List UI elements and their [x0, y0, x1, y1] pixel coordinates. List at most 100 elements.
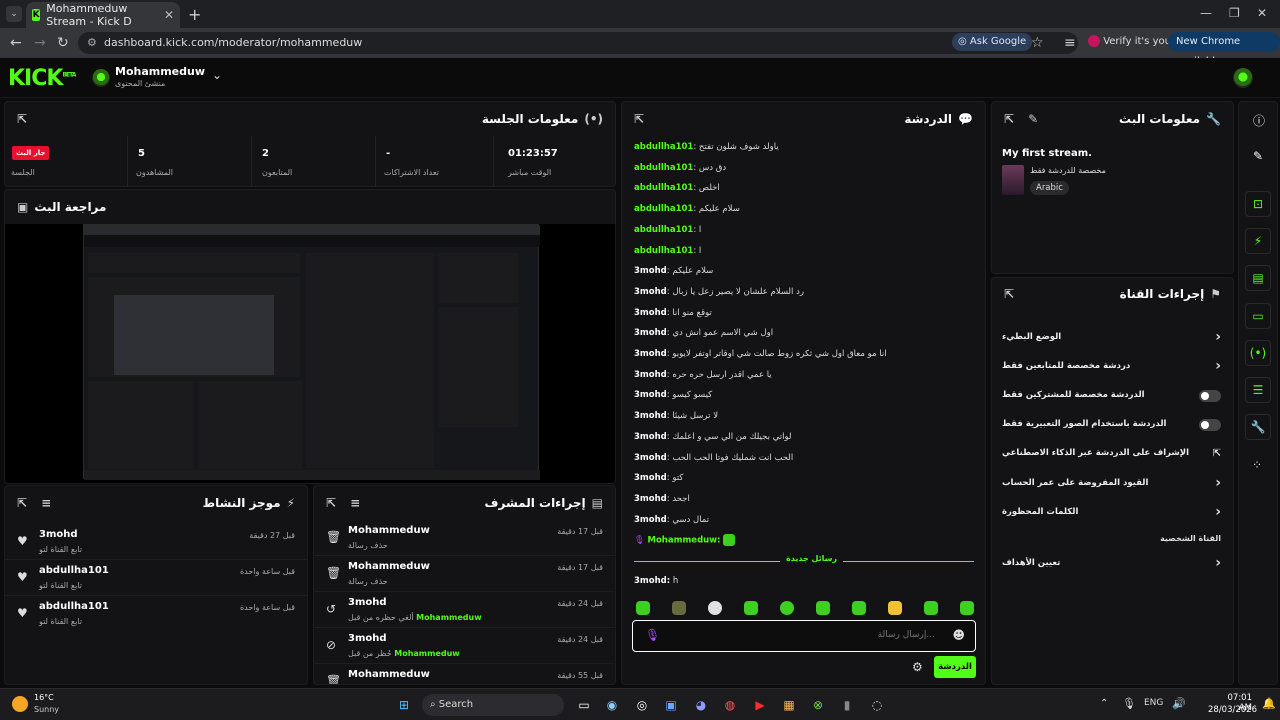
youtube-icon[interactable]: ▶: [751, 696, 769, 714]
assign-goals-row[interactable]: تعيين الأهداف ›: [992, 549, 1233, 578]
bookmark-star-icon[interactable]: ☆: [1031, 35, 1044, 51]
task-view-icon[interactable]: ▭: [575, 696, 593, 714]
discord-icon[interactable]: ◕: [692, 696, 710, 714]
filter-icon[interactable]: ≡: [350, 496, 360, 510]
emote-icon[interactable]: [780, 601, 794, 615]
emote-icon[interactable]: [672, 601, 686, 615]
clip-tool-icon[interactable]: ⊡: [1245, 191, 1271, 217]
network-sound-icon[interactable]: 🔊: [1172, 697, 1186, 710]
broadcast-icon[interactable]: (•): [1245, 340, 1271, 366]
chrome-icon[interactable]: ◍: [721, 696, 739, 714]
chat-username[interactable]: abdullha101: [634, 246, 693, 256]
close-tab-icon[interactable]: ✕: [164, 8, 174, 22]
steam-icon[interactable]: ◉: [603, 696, 621, 714]
chat-username[interactable]: abdullha101: [634, 225, 693, 235]
info-icon[interactable]: ⓘ: [1253, 112, 1265, 129]
add-widget-icon[interactable]: ⁘: [1252, 458, 1262, 472]
emoji-picker-icon[interactable]: ☻: [952, 628, 965, 642]
maximize-icon[interactable]: ❐: [1229, 6, 1240, 20]
taskbar-search[interactable]: ⌕ Search: [422, 694, 564, 716]
emote-icon[interactable]: [636, 601, 650, 615]
emote-icon[interactable]: [924, 601, 938, 615]
back-icon[interactable]: ←: [10, 35, 22, 51]
ask-google-button[interactable]: ◎ Ask Google: [952, 33, 1033, 51]
tab-groups-icon[interactable]: ≡: [1064, 35, 1076, 51]
chat-username[interactable]: Mohammeduw:: [648, 536, 721, 546]
layout-icon[interactable]: ☰: [1245, 377, 1271, 403]
mic-tray-icon[interactable]: 🎙: [1122, 697, 1136, 710]
mic-icon[interactable]: 🎙: [645, 628, 660, 642]
chat-username[interactable]: 3mohd: [634, 411, 667, 421]
chat-username[interactable]: abdullha101: [634, 163, 693, 173]
chat-username[interactable]: 3mohd: [634, 308, 667, 318]
notes-icon[interactable]: ▤: [1245, 265, 1271, 291]
chat-username[interactable]: 3mohd: [634, 432, 667, 442]
chat-username[interactable]: 3mohd:: [634, 576, 670, 586]
forward-icon[interactable]: →: [34, 35, 46, 51]
wrench-tool-icon[interactable]: 🔧: [1245, 414, 1271, 440]
send-chat-button[interactable]: الدردشة: [934, 656, 976, 678]
popout-icon[interactable]: ⇱: [634, 112, 644, 126]
account-age-row[interactable]: القيود المفروضة على عمر الحساب ›: [992, 469, 1233, 498]
obs-icon[interactable]: ◎: [633, 696, 651, 714]
chat-username[interactable]: 3mohd: [634, 494, 667, 504]
expand-icon[interactable]: ⇱: [17, 112, 27, 126]
chat-username[interactable]: 3mohd: [634, 287, 667, 297]
expand-icon[interactable]: ⇱: [1004, 112, 1014, 126]
chat-username[interactable]: 3mohd: [634, 390, 667, 400]
video-player[interactable]: [5, 224, 615, 483]
channel-switch-chevron-icon[interactable]: ⌄: [212, 68, 222, 82]
close-window-icon[interactable]: ✕: [1257, 6, 1267, 20]
game-icon[interactable]: ▦: [780, 696, 798, 714]
minimize-icon[interactable]: —: [1200, 6, 1212, 20]
url-input[interactable]: ⚙ dashboard.kick.com/moderator/mohammedu…: [78, 32, 1078, 54]
ai-moderation-row[interactable]: الإشراف على الدردشة عبر الذكاء الاصطناعي…: [992, 439, 1233, 468]
notification-bell-icon[interactable]: 🔔: [1262, 697, 1276, 710]
chat-username[interactable]: 3mohd: [634, 328, 667, 338]
language-indicator[interactable]: ENG: [1144, 698, 1163, 708]
chat-username[interactable]: 3mohd: [634, 515, 667, 525]
emote-icon[interactable]: [816, 601, 830, 615]
xbox-icon[interactable]: ⊗: [809, 696, 827, 714]
banned-words-row[interactable]: الكلمات المحظورة ›: [992, 498, 1233, 527]
site-info-icon[interactable]: ⚙: [87, 32, 97, 54]
slow-mode-row[interactable]: الوضع البطيء ›: [992, 323, 1233, 352]
emotes-only-toggle[interactable]: [1199, 419, 1221, 431]
chat-username[interactable]: abdullha101: [634, 204, 693, 214]
emote-icon[interactable]: [960, 601, 974, 615]
filter-icon[interactable]: ≡: [41, 496, 51, 510]
emote-icon[interactable]: [852, 601, 866, 615]
kick-logo[interactable]: KICKBETA: [8, 66, 76, 91]
clock-date[interactable]: 28/03/2026: [1208, 705, 1257, 715]
reload-icon[interactable]: ↻: [57, 35, 69, 51]
app-icon[interactable]: ▣: [662, 696, 680, 714]
emote-icon[interactable]: [708, 601, 722, 615]
emote-icon[interactable]: [888, 601, 902, 615]
chat-username[interactable]: abdullha101: [634, 183, 693, 193]
emote-icon[interactable]: [744, 601, 758, 615]
verify-button[interactable]: Verify it's you: [1088, 33, 1171, 51]
app-icon-3[interactable]: ◌: [868, 696, 886, 714]
subscribers-only-toggle[interactable]: [1199, 390, 1221, 402]
chat-username[interactable]: abdullha101: [634, 142, 693, 152]
new-tab-button[interactable]: +: [188, 5, 201, 24]
app-icon-2[interactable]: ▮: [838, 696, 856, 714]
chat-tool-icon[interactable]: ▭: [1245, 303, 1271, 329]
tab-search-icon[interactable]: ⌄: [6, 6, 22, 22]
chat-username[interactable]: 3mohd: [634, 370, 667, 380]
tray-chevron-icon[interactable]: ⌃: [1100, 698, 1108, 709]
expand-icon[interactable]: ⇱: [326, 496, 336, 510]
chat-username[interactable]: 3mohd: [634, 453, 667, 463]
expand-icon[interactable]: ⇱: [1004, 287, 1014, 301]
chat-input[interactable]: 🎙 إرسال رسالة... ☻: [632, 620, 976, 652]
chat-settings-gear-icon[interactable]: ⚙: [912, 660, 923, 674]
quick-action-bolt-icon[interactable]: ⚡: [1245, 228, 1271, 254]
edit-icon[interactable]: ✎: [1253, 149, 1263, 163]
edit-pencil-icon[interactable]: ✎: [1028, 112, 1038, 126]
browser-tab[interactable]: K Mohammeduw Stream - Kick D ✕: [26, 2, 180, 28]
chat-username[interactable]: 3mohd: [634, 266, 667, 276]
chat-username[interactable]: 3mohd: [634, 473, 667, 483]
expand-icon[interactable]: ⇱: [17, 496, 27, 510]
user-avatar[interactable]: [1233, 68, 1253, 88]
windows-start-icon[interactable]: ⊞: [395, 696, 413, 714]
